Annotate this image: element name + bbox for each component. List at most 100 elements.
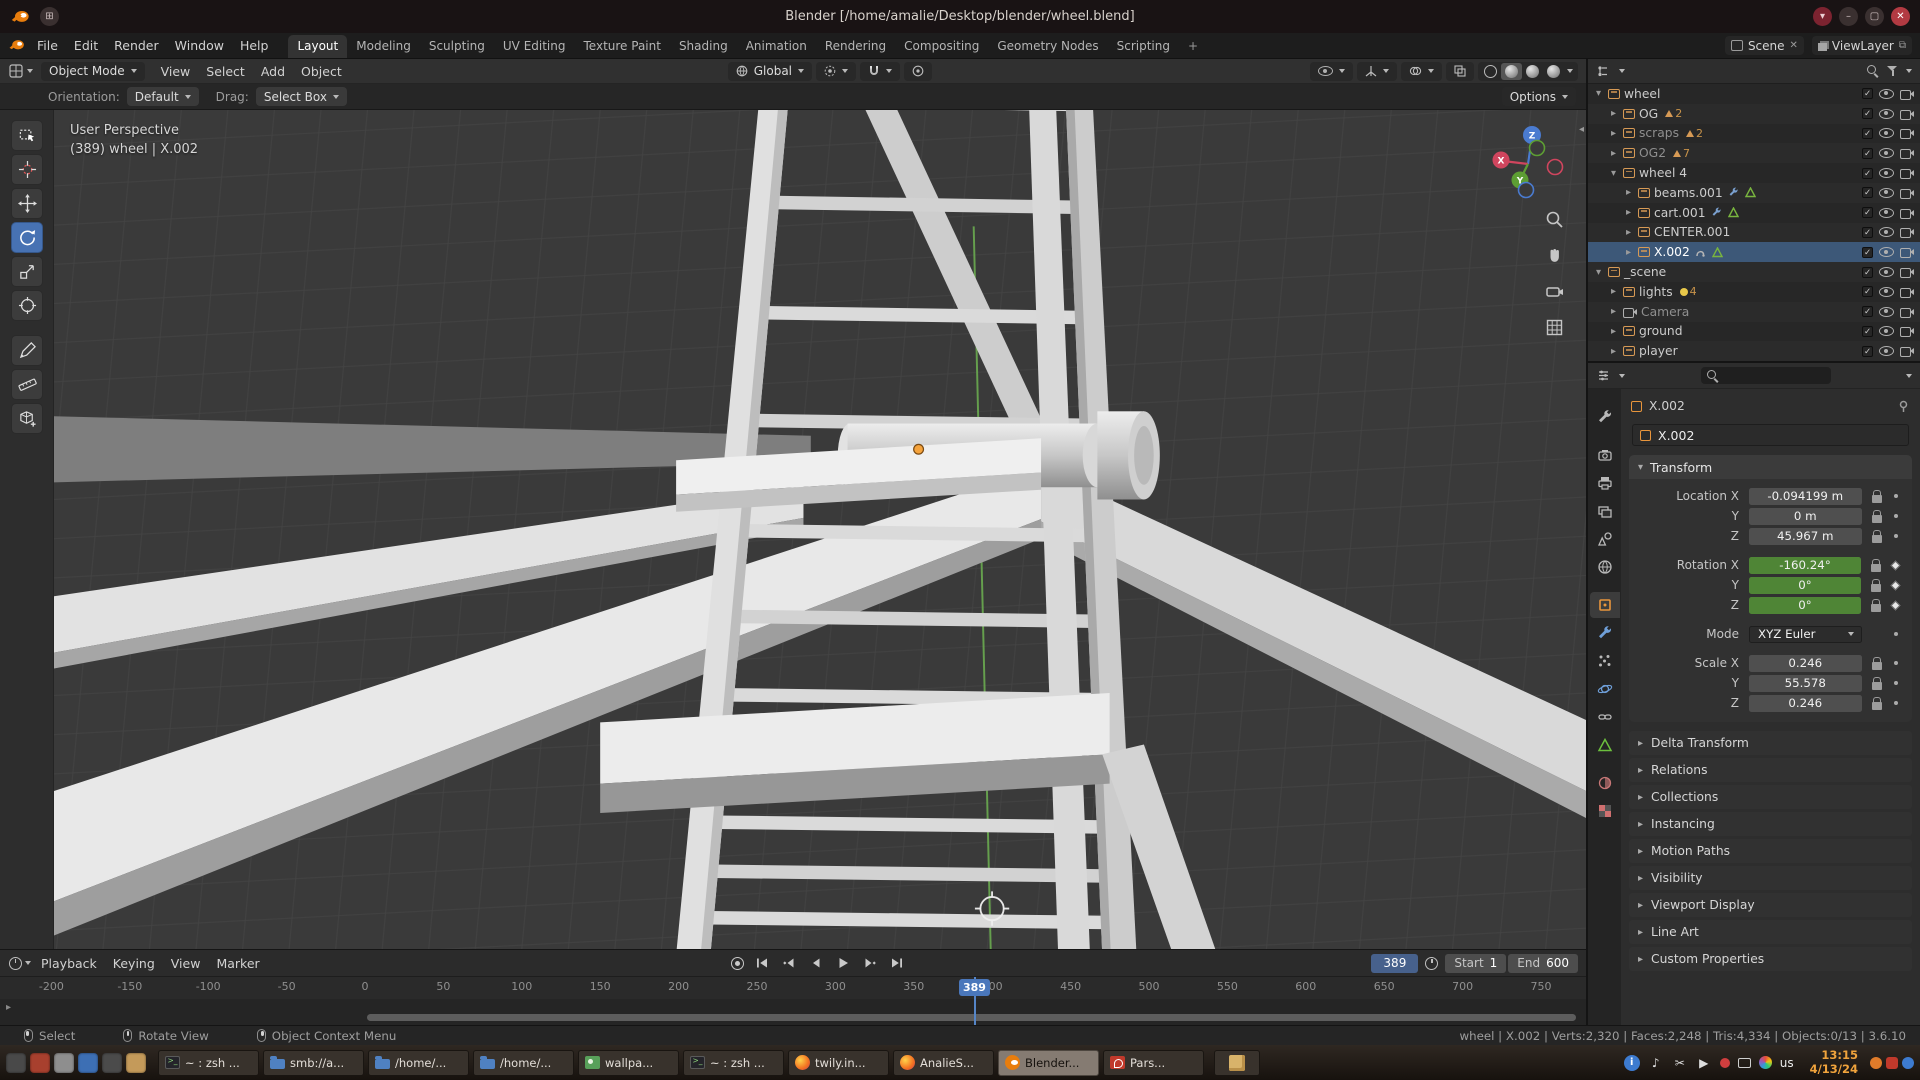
record-icon[interactable] <box>1720 1058 1730 1068</box>
hide-in-viewport-icon[interactable] <box>1879 188 1894 198</box>
checkbox-icon[interactable]: ✓ <box>1862 326 1873 337</box>
outliner-row-camera[interactable]: ▸Camera✓ <box>1588 302 1920 322</box>
shading-solid-button[interactable] <box>1501 63 1522 80</box>
checkbox-icon[interactable]: ✓ <box>1862 128 1873 139</box>
checkbox-icon[interactable]: ✓ <box>1862 148 1873 159</box>
show-gizmo-dropdown[interactable] <box>1310 62 1353 81</box>
workspace-tab-shading[interactable]: Shading <box>670 35 737 58</box>
viewport-menu-object[interactable]: Object <box>293 59 350 83</box>
taskbar-window-button[interactable]: wallpa... <box>578 1050 679 1076</box>
expand-caret-icon[interactable]: ▾ <box>1608 168 1619 179</box>
taskbar-window-button[interactable]: Blender... <box>998 1050 1099 1076</box>
expand-caret-icon[interactable]: ▾ <box>1593 267 1604 278</box>
properties-tab-tool[interactable] <box>1590 404 1620 430</box>
editor-type-icon[interactable] <box>8 65 23 78</box>
outliner-row-cart-001[interactable]: ▸cart.001✓ <box>1588 203 1920 223</box>
viewport-menu-view[interactable]: View <box>153 59 199 83</box>
hide-in-viewport-icon[interactable] <box>1879 208 1894 218</box>
panel-custom-properties[interactable]: ▸Custom Properties <box>1629 947 1912 971</box>
checkbox-icon[interactable]: ✓ <box>1862 346 1873 357</box>
value-field[interactable]: 0° <box>1749 577 1861 594</box>
hide-in-viewport-icon[interactable] <box>1879 247 1894 257</box>
jump-to-end-button[interactable] <box>885 954 909 972</box>
menu-render[interactable]: Render <box>106 33 167 58</box>
animate-dot-icon[interactable] <box>1894 632 1899 637</box>
outliner-editor-icon[interactable] <box>1596 65 1611 78</box>
timeline-menu-view[interactable]: View <box>163 950 209 976</box>
minimize-button[interactable]: – <box>1839 7 1858 26</box>
animate-dot-icon[interactable] <box>1894 661 1899 666</box>
hide-in-viewport-icon[interactable] <box>1879 148 1894 158</box>
taskbar-window-button[interactable]: AnalieS... <box>893 1050 994 1076</box>
panel-viewport-display[interactable]: ▸Viewport Display <box>1629 893 1912 917</box>
object-name-field[interactable]: X.002 <box>1632 424 1909 446</box>
keyframe-diamond-icon[interactable] <box>1891 560 1901 570</box>
outliner-row-scraps[interactable]: ▸scraps2✓ <box>1588 124 1920 144</box>
hide-in-viewport-icon[interactable] <box>1879 326 1894 336</box>
expand-caret-icon[interactable]: ▸ <box>1608 148 1619 159</box>
checkbox-icon[interactable]: ✓ <box>1862 88 1873 99</box>
camera-view-icon[interactable] <box>1545 282 1564 304</box>
properties-tab-modifiers[interactable] <box>1590 620 1620 646</box>
panel-motion-paths[interactable]: ▸Motion Paths <box>1629 839 1912 863</box>
orthographic-grid-icon[interactable] <box>1545 318 1564 340</box>
timeline-scrollbar[interactable] <box>367 1014 1576 1021</box>
properties-tab-output[interactable] <box>1590 470 1620 496</box>
channel-expand-icon[interactable]: ▸ <box>6 1002 11 1013</box>
scissors-icon[interactable]: ✂ <box>1672 1055 1688 1071</box>
outliner-row-og[interactable]: ▸OG2✓ <box>1588 104 1920 124</box>
workspace-grid-icon[interactable]: ⊞ <box>40 7 59 26</box>
zoom-icon[interactable] <box>1545 210 1564 232</box>
checkbox-icon[interactable]: ✓ <box>1862 286 1873 297</box>
proportional-editing-dropdown[interactable] <box>904 62 932 81</box>
workspace-add-button[interactable]: + <box>1179 35 1207 58</box>
checkbox-icon[interactable]: ✓ <box>1862 168 1873 179</box>
properties-tab-texture[interactable] <box>1590 798 1620 824</box>
gizmos-dropdown[interactable] <box>1357 62 1397 81</box>
sidebar-collapse-icon[interactable]: ◂ <box>1579 124 1584 135</box>
tool-add-cube-button[interactable] <box>11 403 43 434</box>
shield-icon[interactable] <box>1886 1057 1898 1069</box>
outliner-row-center-001[interactable]: ▸CENTER.001✓ <box>1588 223 1920 243</box>
lock-icon[interactable] <box>1872 702 1882 710</box>
menu-file[interactable]: File <box>29 33 66 58</box>
xray-toggle[interactable] <box>1446 62 1474 81</box>
value-field[interactable]: 0.246 <box>1749 655 1862 672</box>
value-field[interactable]: 55.578 <box>1749 675 1862 692</box>
expand-caret-icon[interactable]: ▸ <box>1623 207 1634 218</box>
play-reverse-button[interactable] <box>804 954 828 972</box>
panel-line-art[interactable]: ▸Line Art <box>1629 920 1912 944</box>
workspace-tab-uv-editing[interactable]: UV Editing <box>494 35 575 58</box>
lock-icon[interactable] <box>1872 515 1882 523</box>
search-icon[interactable] <box>1867 65 1879 77</box>
rotation-mode-dropdown[interactable]: XYZ Euler <box>1749 626 1862 643</box>
copy-viewlayer-icon[interactable]: ⧉ <box>1899 40 1906 51</box>
properties-tab-render[interactable] <box>1590 442 1620 468</box>
taskbar-window-button[interactable]: smb://a... <box>263 1050 364 1076</box>
current-frame-field[interactable]: 389 <box>1371 954 1418 973</box>
keyframe-diamond-icon[interactable] <box>1891 580 1901 590</box>
tool-rotate-button[interactable] <box>11 222 43 253</box>
outliner-row-wheel-4[interactable]: ▾wheel 4✓ <box>1588 163 1920 183</box>
properties-tab-scene[interactable] <box>1590 526 1620 552</box>
workspace-tab-sculpting[interactable]: Sculpting <box>420 35 494 58</box>
unlink-scene-icon[interactable]: ✕ <box>1790 40 1798 51</box>
timeline-menu-keying[interactable]: Keying <box>105 950 163 976</box>
play-icon[interactable]: ▶ <box>1696 1055 1712 1071</box>
expand-caret-icon[interactable]: ▸ <box>1623 247 1634 258</box>
animate-dot-icon[interactable] <box>1894 514 1899 519</box>
animate-dot-icon[interactable] <box>1894 701 1899 706</box>
auto-keyframe-icon[interactable] <box>731 957 744 970</box>
value-field[interactable]: -0.094199 m <box>1749 488 1862 505</box>
shading-material-button[interactable] <box>1522 63 1543 80</box>
expand-caret-icon[interactable]: ▸ <box>1608 286 1619 297</box>
scene-selector[interactable]: Scene ✕ <box>1725 36 1804 55</box>
panel-collections[interactable]: ▸Collections <box>1629 785 1912 809</box>
disable-in-renders-icon[interactable] <box>1900 346 1914 356</box>
properties-editor[interactable]: X.002 X.002 ▾ Transform Location X-0.094… <box>1588 361 1920 1025</box>
disable-in-renders-icon[interactable] <box>1900 287 1914 297</box>
disable-in-renders-icon[interactable] <box>1900 89 1914 99</box>
value-field[interactable]: -160.24° <box>1749 557 1861 574</box>
play-button[interactable] <box>831 954 855 972</box>
tool-cursor-button[interactable] <box>11 154 43 185</box>
